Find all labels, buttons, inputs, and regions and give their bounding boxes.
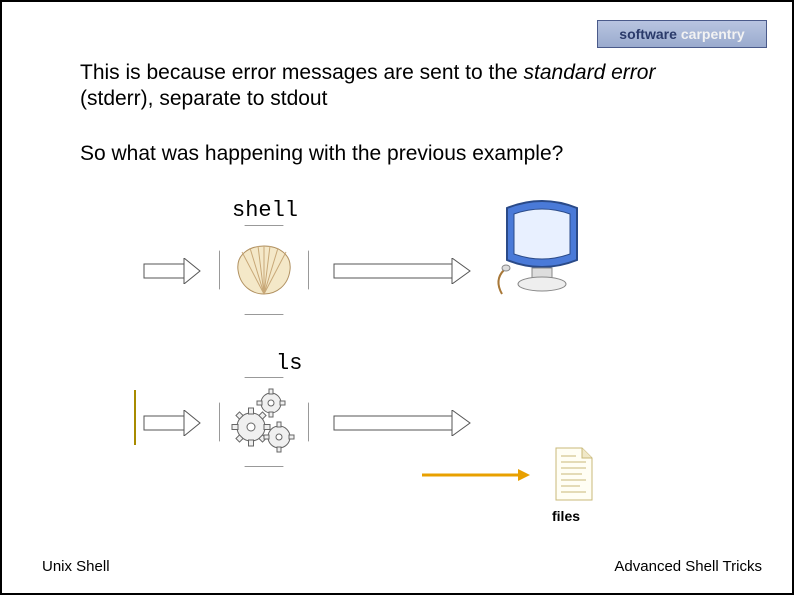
- gears-icon: [229, 387, 299, 457]
- arrow-ls-out: [332, 410, 472, 436]
- logo-text-right: carpentry: [681, 26, 745, 42]
- footer-left: Unix Shell: [42, 558, 110, 575]
- seashell-icon: [232, 242, 296, 298]
- file-icon: [552, 446, 596, 507]
- para1-part-c: (stderr), separate to stdout: [80, 87, 327, 110]
- paragraph-1: This is because error messages are sent …: [80, 60, 700, 113]
- paragraph-2: So what was happening with the previous …: [80, 141, 700, 167]
- ls-octagon: [219, 377, 309, 467]
- para1-part-a: This is because error messages are sent …: [80, 61, 524, 84]
- arrow-into-ls: [142, 410, 202, 436]
- logo-text-left: software: [619, 26, 677, 42]
- software-carpentry-logo: software carpentry: [597, 20, 767, 48]
- para1-part-b: standard error: [524, 61, 656, 84]
- arrow-into-shell: [142, 258, 202, 284]
- shell-octagon: [219, 225, 309, 315]
- monitor-icon: [492, 198, 592, 313]
- label-shell: shell: [232, 198, 298, 223]
- main-content: This is because error messages are sent …: [80, 60, 700, 195]
- label-ls: ls: [276, 351, 302, 376]
- arrow-to-files: [422, 468, 532, 482]
- arrow-shell-to-monitor: [332, 258, 472, 284]
- diagram: shell ls: [132, 198, 672, 528]
- footer-right: Advanced Shell Tricks: [614, 558, 762, 575]
- cursor-line: [134, 390, 136, 445]
- label-files: files: [552, 508, 580, 524]
